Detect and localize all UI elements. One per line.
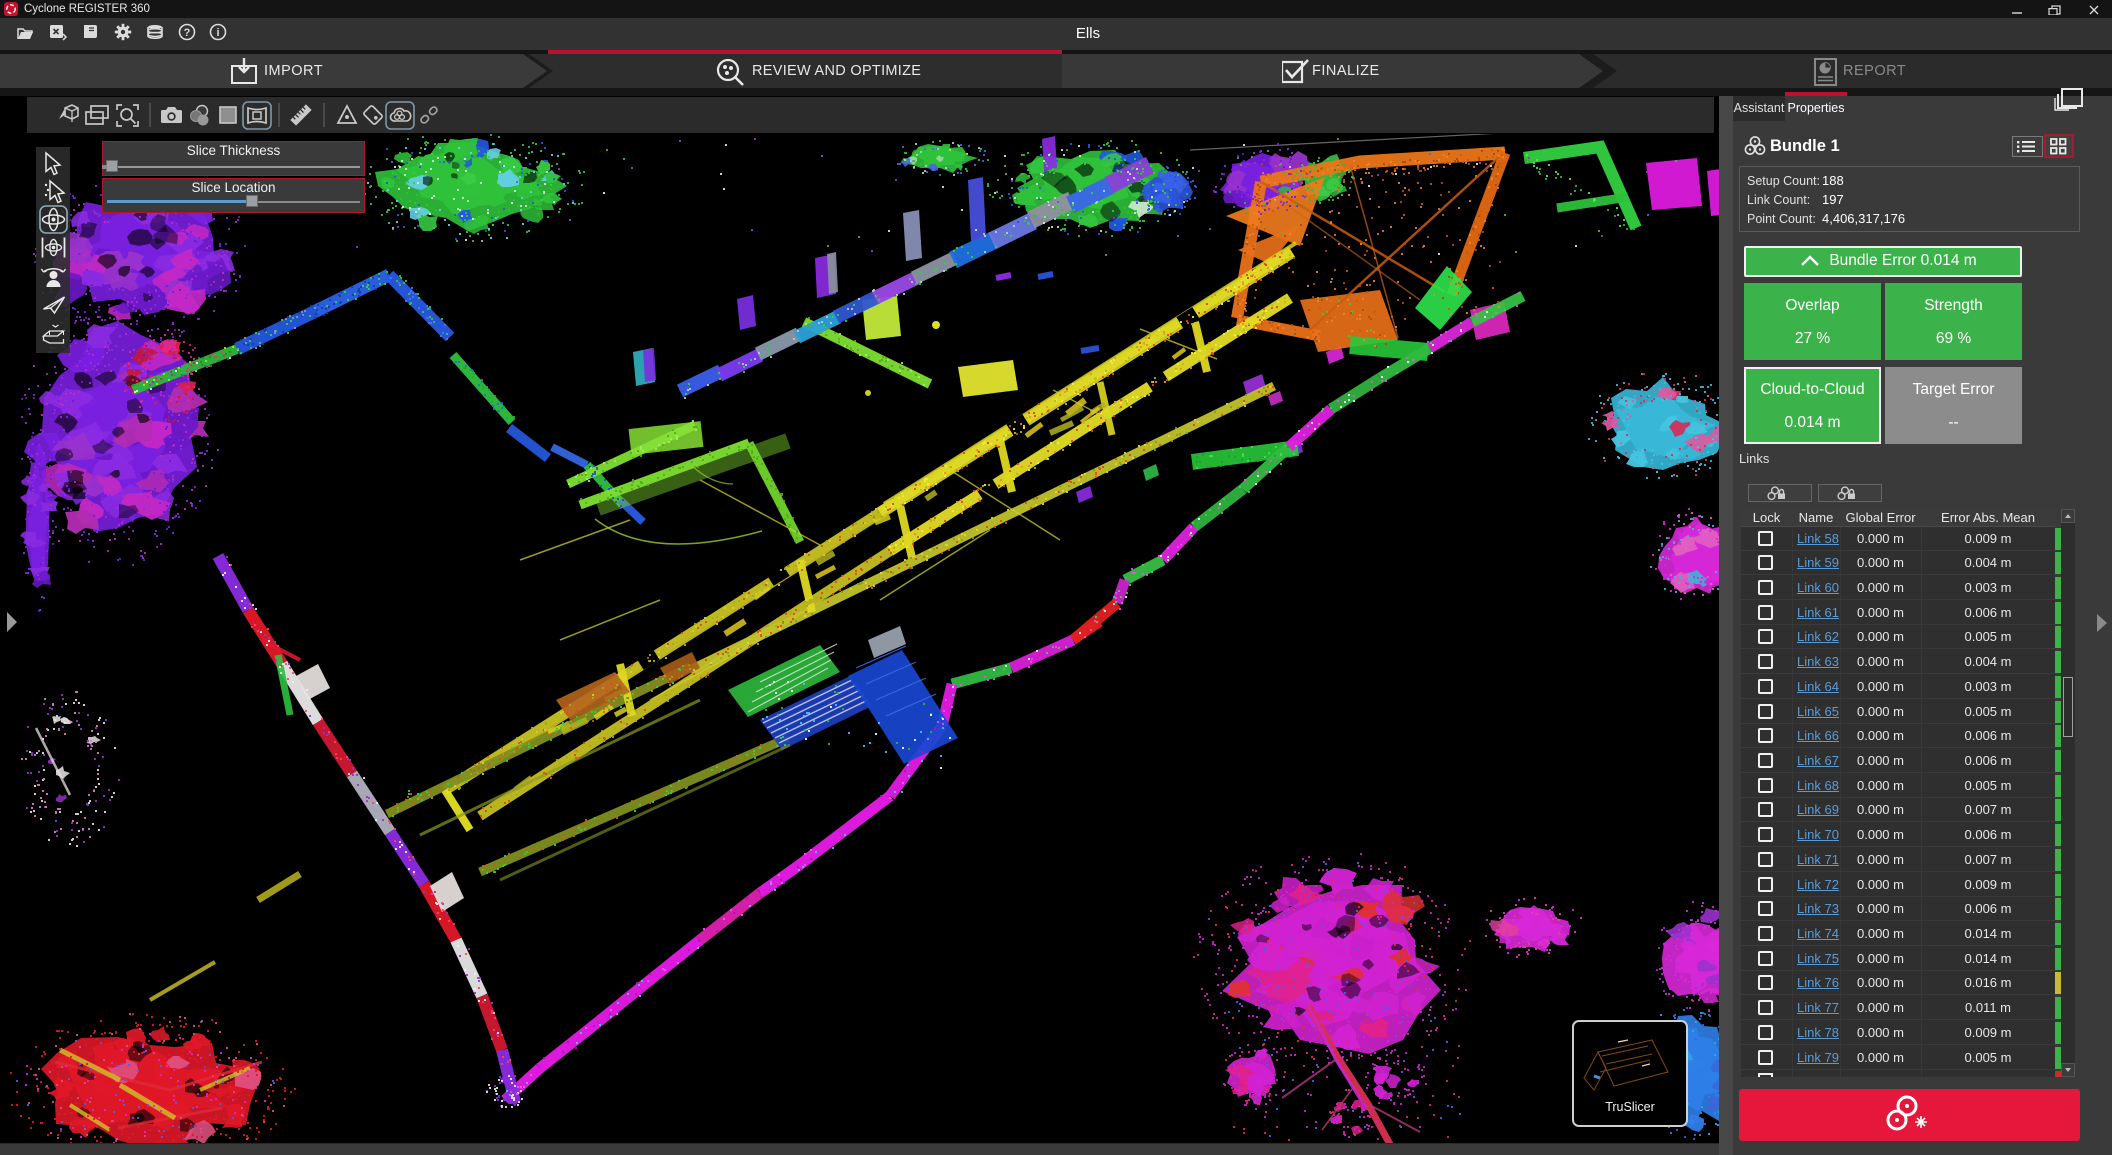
svg-text:?: ? xyxy=(184,27,191,39)
svg-text:i: i xyxy=(216,27,219,39)
